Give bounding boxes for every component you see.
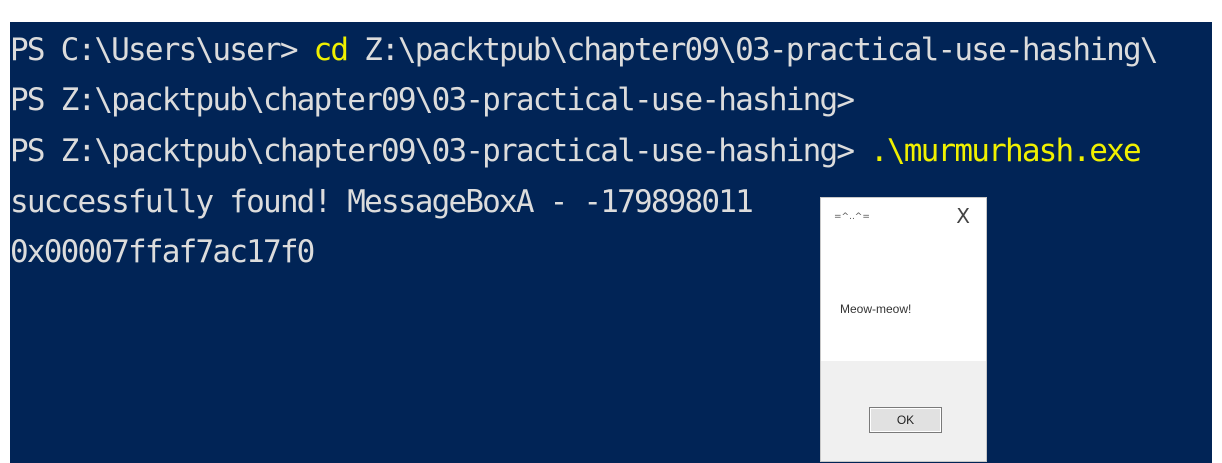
console-output-line: successfully found! MessageBoxA - -17989… — [10, 184, 754, 220]
console-line: PS Z:\packtpub\chapter09\03-practical-us… — [10, 133, 1142, 169]
console-line: PS C:\Users\user> cd Z:\packtpub\chapter… — [10, 32, 1159, 68]
console-line: PS Z:\packtpub\chapter09\03-practical-us… — [10, 82, 855, 118]
close-icon[interactable]: X — [956, 204, 970, 228]
dialog-title: =^..^= — [834, 212, 870, 222]
dialog-button-bar: OK — [821, 361, 986, 461]
powershell-console[interactable]: PS C:\Users\user> cd Z:\packtpub\chapter… — [10, 22, 1212, 463]
dialog-message: Meow-meow! — [840, 302, 912, 316]
prompt-text: PS Z:\packtpub\chapter09\03-practical-us… — [10, 133, 871, 169]
command-text: .\murmurhash.exe — [870, 133, 1142, 169]
ok-button[interactable]: OK — [869, 407, 942, 433]
argument-text: Z:\packtpub\chapter09\03-practical-use-h… — [347, 32, 1158, 68]
console-output-line: 0x00007ffaf7ac17f0 — [10, 234, 315, 270]
command-text: cd — [313, 32, 350, 68]
prompt-text: PS C:\Users\user> — [10, 32, 314, 68]
message-box-dialog: =^..^= X Meow-meow! OK — [820, 197, 987, 462]
